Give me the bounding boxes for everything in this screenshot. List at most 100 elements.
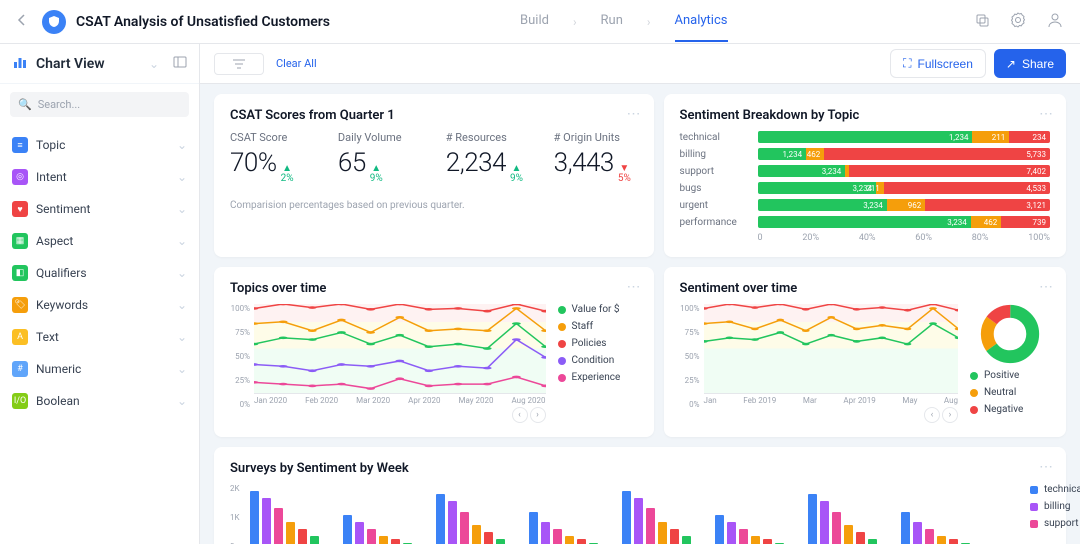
- chevron-down-icon: ⌄: [177, 234, 187, 248]
- chart-view-label[interactable]: Chart View: [36, 56, 141, 72]
- filter-label: Topic: [36, 138, 65, 152]
- chevron-left-icon: [16, 14, 28, 26]
- filter-label: Sentiment: [36, 202, 90, 216]
- card-title: CSAT Scores from Quarter 1: [230, 108, 638, 123]
- kpi-delta: ▲9%: [370, 164, 383, 184]
- bar: [937, 536, 946, 544]
- filter-button[interactable]: [214, 53, 264, 75]
- legend-item: support: [1030, 518, 1080, 529]
- copy-icon[interactable]: [970, 8, 994, 35]
- next-button[interactable]: ›: [530, 407, 546, 423]
- filter-icon: A: [12, 329, 28, 345]
- kpi-item: CSAT Score 70% ▲2%: [230, 131, 314, 184]
- filter-list: ≡ Topic ⌄ ◎ Intent ⌄ ♥ Sentiment ⌄ ▦ Asp…: [0, 125, 199, 421]
- filter-item-aspect[interactable]: ▦ Aspect ⌄: [0, 225, 199, 257]
- tab-build[interactable]: Build: [520, 1, 549, 42]
- filter-item-sentiment[interactable]: ♥ Sentiment ⌄: [0, 193, 199, 225]
- kpi-value: 70%: [230, 148, 277, 178]
- bar: [577, 539, 586, 544]
- sentiment-row: performance 3,234 462 739: [680, 216, 1050, 228]
- filter-item-boolean[interactable]: I/O Boolean ⌄: [0, 385, 199, 417]
- legend-item: Staff: [558, 321, 638, 332]
- tab-run[interactable]: Run: [601, 1, 623, 42]
- card-menu-icon[interactable]: ⋯: [1039, 106, 1054, 122]
- filter-label: Qualifiers: [36, 266, 87, 280]
- filter-item-qualifiers[interactable]: ◧ Qualifiers ⌄: [0, 257, 199, 289]
- filter-item-numeric[interactable]: # Numeric ⌄: [0, 353, 199, 385]
- bar: [832, 512, 841, 544]
- bar: [286, 522, 295, 544]
- stacked-bar: 3,234 962 3,121: [758, 199, 1050, 211]
- kpi-item: # Resources 2,234 ▲9%: [446, 131, 530, 184]
- toolbar: Clear All ⛶Fullscreen ↗Share: [200, 44, 1080, 84]
- back-button[interactable]: [12, 10, 32, 33]
- chart-icon: [12, 54, 28, 73]
- topic-label: support: [680, 166, 750, 177]
- bar: [472, 525, 481, 544]
- card-topics-over-time: ⋯ Topics over time 100%75%50%25%0% Jan 2…: [214, 267, 654, 437]
- sentiment-row: bugs 3,234 211 4,533: [680, 182, 1050, 194]
- bar: [763, 539, 772, 544]
- next-button[interactable]: ›: [942, 407, 958, 423]
- filter-item-text[interactable]: A Text ⌄: [0, 321, 199, 353]
- bar: [250, 491, 259, 544]
- prev-button[interactable]: ‹: [924, 407, 940, 423]
- sentiment-row: billing 1,234 462 5,733: [680, 148, 1050, 160]
- share-button[interactable]: ↗Share: [994, 49, 1066, 78]
- filter-icon: I/O: [12, 393, 28, 409]
- filter-icon: ▦: [12, 233, 28, 249]
- legend-item: Value for $: [558, 304, 638, 315]
- kpi-value: 65: [338, 148, 366, 178]
- fullscreen-icon: ⛶: [903, 56, 911, 71]
- filter-label: Aspect: [36, 234, 73, 248]
- bar: [310, 536, 319, 544]
- sentiment-row: support 3,234 7,402: [680, 165, 1050, 177]
- filter-item-keywords[interactable]: 🏷 Keywords ⌄: [0, 289, 199, 321]
- card-menu-icon[interactable]: ⋯: [627, 279, 642, 295]
- settings-icon[interactable]: [1006, 8, 1030, 35]
- card-menu-icon[interactable]: ⋯: [1039, 279, 1054, 295]
- bar: [367, 529, 376, 544]
- bar-group: [250, 484, 319, 544]
- filter-label: Numeric: [36, 362, 81, 376]
- clear-all-button[interactable]: Clear All: [276, 57, 317, 70]
- bar: [739, 529, 748, 544]
- bar: [634, 498, 643, 544]
- main-content: Clear All ⛶Fullscreen ↗Share ⋯ CSAT Scor…: [200, 44, 1080, 544]
- chevron-down-icon: ⌄: [177, 266, 187, 280]
- kpi-delta: ▼5%: [618, 164, 631, 184]
- filter-icon: ◧: [12, 265, 28, 281]
- card-surveys-by-sentiment: ⋯ Surveys by Sentiment by Week 2K1K0 Jan…: [214, 447, 1066, 544]
- bar-group: [715, 484, 784, 544]
- tab-analytics[interactable]: Analytics: [675, 1, 728, 42]
- bar: [751, 536, 760, 544]
- panel-toggle-icon[interactable]: [173, 55, 187, 72]
- bar: [901, 512, 910, 544]
- shield-icon: [47, 15, 61, 29]
- legend-item: billing: [1030, 501, 1080, 512]
- user-icon[interactable]: [1042, 7, 1068, 36]
- filter-item-topic[interactable]: ≡ Topic ⌄: [0, 129, 199, 161]
- sentiment-row: urgent 3,234 962 3,121: [680, 199, 1050, 211]
- search-input[interactable]: 🔍 Search...: [10, 92, 189, 117]
- card-csat-scores: ⋯ CSAT Scores from Quarter 1 CSAT Score …: [214, 94, 654, 257]
- chevron-down-icon[interactable]: ⌄: [149, 57, 159, 71]
- filter-label: Keywords: [36, 298, 88, 312]
- bar: [670, 529, 679, 544]
- fullscreen-button[interactable]: ⛶Fullscreen: [890, 49, 986, 78]
- chevron-down-icon: ⌄: [177, 138, 187, 152]
- card-menu-icon[interactable]: ⋯: [1039, 459, 1054, 475]
- breadcrumb-separator: ›: [647, 15, 651, 29]
- card-title: Sentiment over time: [680, 281, 1050, 296]
- prev-button[interactable]: ‹: [512, 407, 528, 423]
- bar: [262, 498, 271, 544]
- bar: [844, 525, 853, 544]
- stacked-bar: 3,234 7,402: [758, 165, 1050, 177]
- bar: [496, 539, 505, 544]
- kpi-value: 2,234: [446, 148, 506, 178]
- filter-item-intent[interactable]: ◎ Intent ⌄: [0, 161, 199, 193]
- filter-icon: ♥: [12, 201, 28, 217]
- card-menu-icon[interactable]: ⋯: [627, 106, 642, 122]
- bar: [541, 522, 550, 544]
- bar: [808, 494, 817, 544]
